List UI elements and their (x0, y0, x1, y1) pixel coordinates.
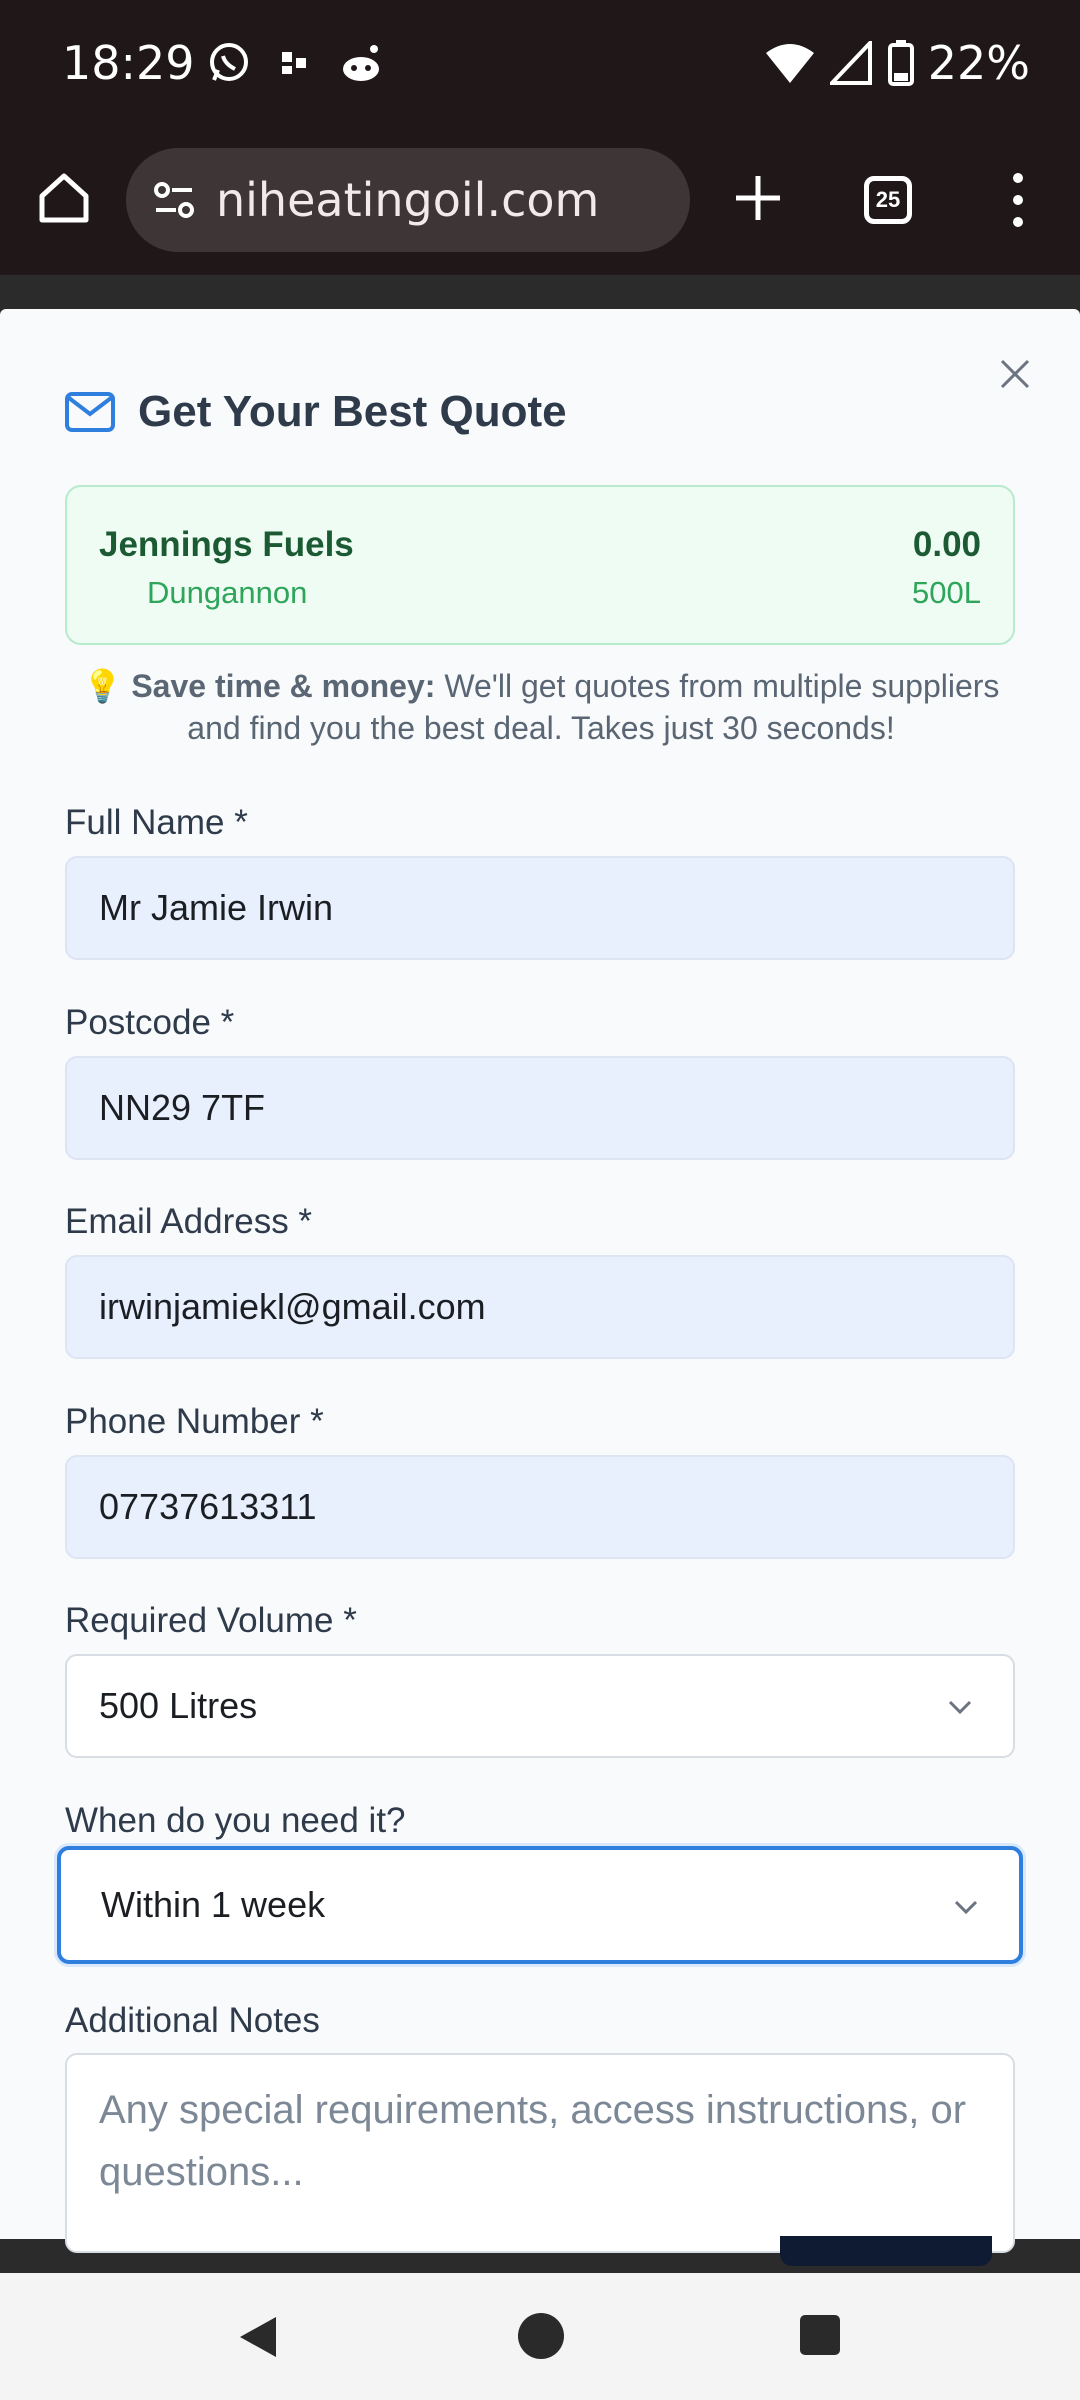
status-time: 18:29 (62, 36, 195, 90)
chevron-down-icon (954, 1900, 978, 1915)
site-settings-icon[interactable] (148, 174, 200, 226)
supplier-name: Jennings Fuels (99, 525, 354, 564)
postcode-label: Postcode * (65, 1003, 235, 1042)
phone-value: 07737613311 (99, 1486, 317, 1527)
reddit-icon (343, 45, 379, 81)
modal-header: Get Your Best Quote (64, 387, 567, 437)
app-icon (282, 52, 306, 74)
back-icon[interactable] (236, 2313, 280, 2361)
supplier-card: Jennings Fuels Dungannon 0.00 500L (65, 485, 1015, 645)
whatsapp-icon (210, 43, 248, 81)
wifi-icon (765, 44, 814, 83)
postcode-value: NN29 7TF (99, 1087, 266, 1128)
browser-toolbar: niheatingoil.com 25 (0, 130, 1080, 275)
status-icons-left (206, 40, 384, 86)
quote-modal: Get Your Best Quote Jennings Fuels Dunga… (0, 309, 1080, 2253)
url-text: niheatingoil.com (216, 173, 600, 227)
supplier-price: 0.00 (912, 525, 981, 564)
close-icon[interactable] (996, 355, 1034, 393)
chevron-down-icon (948, 1700, 972, 1715)
full-name-label: Full Name * (65, 803, 248, 842)
home-nav-icon[interactable] (518, 2313, 564, 2359)
status-bar: 18:29 22% (0, 0, 1080, 130)
email-label: Email Address * (65, 1202, 313, 1241)
tab-switcher-button[interactable]: 25 (864, 176, 912, 224)
email-value: irwinjamiekl@gmail.com (99, 1286, 486, 1327)
new-tab-icon[interactable] (730, 170, 786, 226)
when-value: Within 1 week (101, 1884, 326, 1925)
when-label: When do you need it? (65, 1801, 406, 1840)
supplier-volume: 500L (912, 575, 981, 610)
postcode-input[interactable]: NN29 7TF (65, 1056, 1015, 1160)
mail-icon (65, 392, 115, 432)
battery-percentage: 22% (927, 36, 1030, 90)
system-nav-bar (0, 2273, 1080, 2400)
notes-textarea[interactable]: Any special requirements, access instruc… (65, 2053, 1015, 2253)
notes-label: Additional Notes (65, 2001, 320, 2040)
volume-select[interactable]: 500 Litres (65, 1654, 1015, 1758)
signal-icon (829, 41, 872, 85)
volume-value: 500 Litres (99, 1685, 258, 1726)
volume-label: Required Volume * (65, 1601, 357, 1640)
save-note-bold: Save time & money: (131, 668, 436, 704)
status-icons-right: 22% (764, 36, 1030, 90)
full-name-value: Mr Jamie Irwin (99, 887, 334, 928)
background-submit-button (780, 2236, 992, 2266)
recents-icon[interactable] (800, 2315, 840, 2355)
home-icon[interactable] (36, 170, 92, 226)
email-input[interactable]: irwinjamiekl@gmail.com (65, 1255, 1015, 1359)
when-select[interactable]: Within 1 week (57, 1846, 1023, 1964)
phone-input[interactable]: 07737613311 (65, 1455, 1015, 1559)
supplier-location: Dungannon (147, 575, 308, 610)
full-name-input[interactable]: Mr Jamie Irwin (65, 856, 1015, 960)
modal-title: Get Your Best Quote (138, 387, 567, 436)
save-note: 💡 Save time & money: We'll get quotes fr… (66, 665, 1016, 749)
lightbulb-icon: 💡 (82, 668, 123, 704)
phone-label: Phone Number * (65, 1402, 324, 1441)
more-menu-icon[interactable] (1000, 170, 1036, 230)
battery-icon (887, 40, 914, 86)
address-bar[interactable]: niheatingoil.com (126, 148, 690, 252)
notes-placeholder: Any special requirements, access instruc… (99, 2088, 967, 2194)
